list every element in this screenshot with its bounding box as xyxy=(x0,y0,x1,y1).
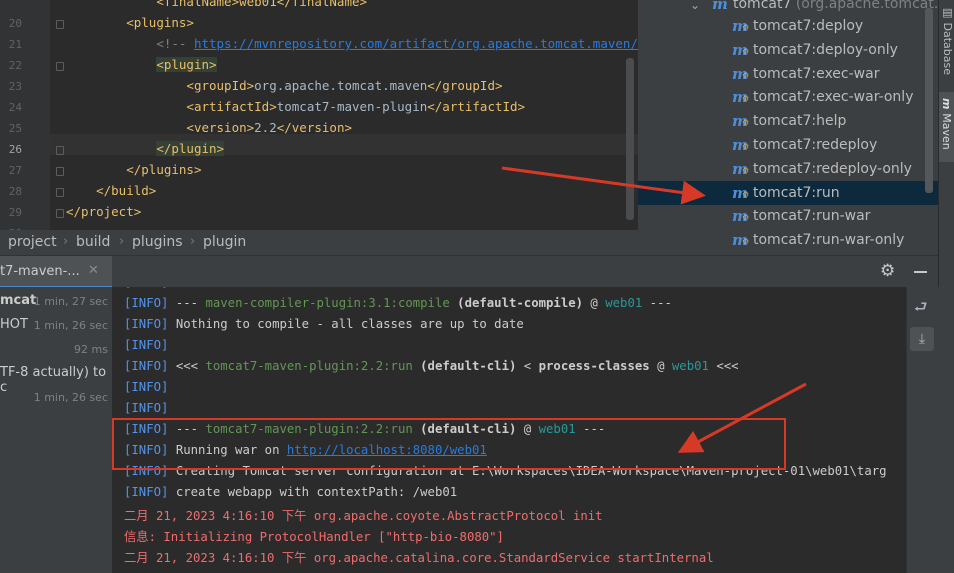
annotation-arrows xyxy=(501,166,807,453)
arrow-to-tomcat-run xyxy=(501,166,706,205)
arrow-to-running-war xyxy=(677,382,807,453)
